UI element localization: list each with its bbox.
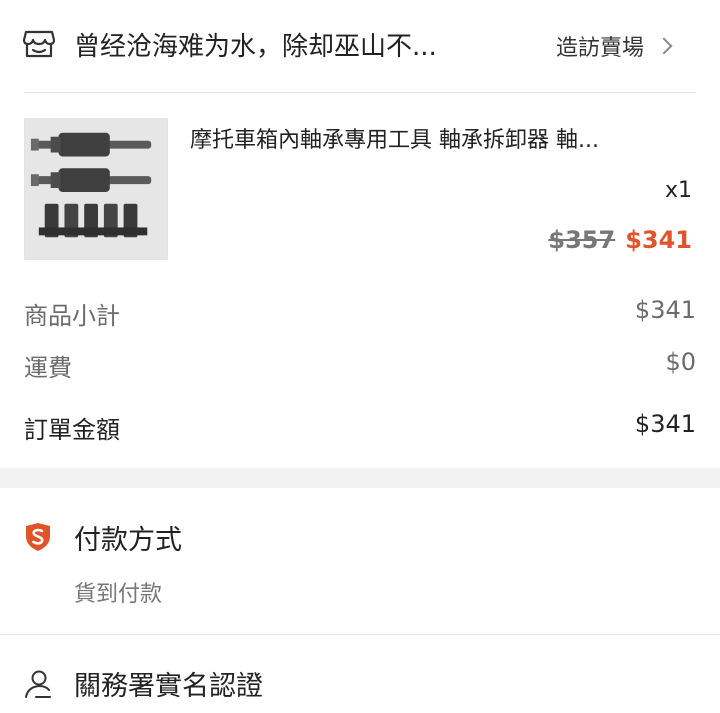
visit-shop-link[interactable]: 造訪賣場 (556, 30, 673, 62)
product-quantity: x1 (664, 178, 692, 203)
subtotal-row: 商品小計 $341 (24, 296, 696, 331)
product-title[interactable]: 摩托車箱內軸承專用工具 軸承拆卸器 軸... (190, 122, 690, 154)
subtotal-value: $341 (634, 296, 696, 324)
divider (0, 634, 720, 635)
order-total-row: 訂單金額 $341 (24, 410, 696, 445)
shield-s-icon (26, 523, 50, 551)
subtotal-label: 商品小計 (24, 302, 120, 330)
user-icon (25, 670, 51, 698)
order-total-label: 訂單金額 (24, 416, 120, 444)
customs-verification-title[interactable]: 關務署實名認證 (74, 664, 263, 703)
shop-name[interactable]: 曾经沧海难为水，除却巫山不... (74, 26, 437, 63)
shipping-row: 運費 $0 (24, 348, 696, 383)
section-separator (0, 468, 720, 488)
shipping-value: $0 (665, 348, 696, 376)
shop-header[interactable]: 曾经沧海难为水，除却巫山不... 造訪賣場 (0, 0, 720, 92)
price-row: $357 $341 (548, 226, 692, 254)
sale-price: $341 (625, 226, 692, 254)
product-image[interactable] (24, 118, 168, 260)
shipping-label: 運費 (24, 354, 72, 382)
payment-method-value[interactable]: 貨到付款 (74, 576, 162, 608)
divider (24, 92, 696, 93)
original-price: $357 (548, 226, 616, 254)
payment-method-title: 付款方式 (74, 525, 182, 556)
bearing-puller-tool-set-image (25, 119, 167, 259)
order-total-value: $341 (634, 410, 696, 438)
chevron-right-icon (655, 37, 673, 55)
visit-shop-label: 造訪賣場 (556, 36, 645, 61)
store-icon (22, 30, 56, 58)
